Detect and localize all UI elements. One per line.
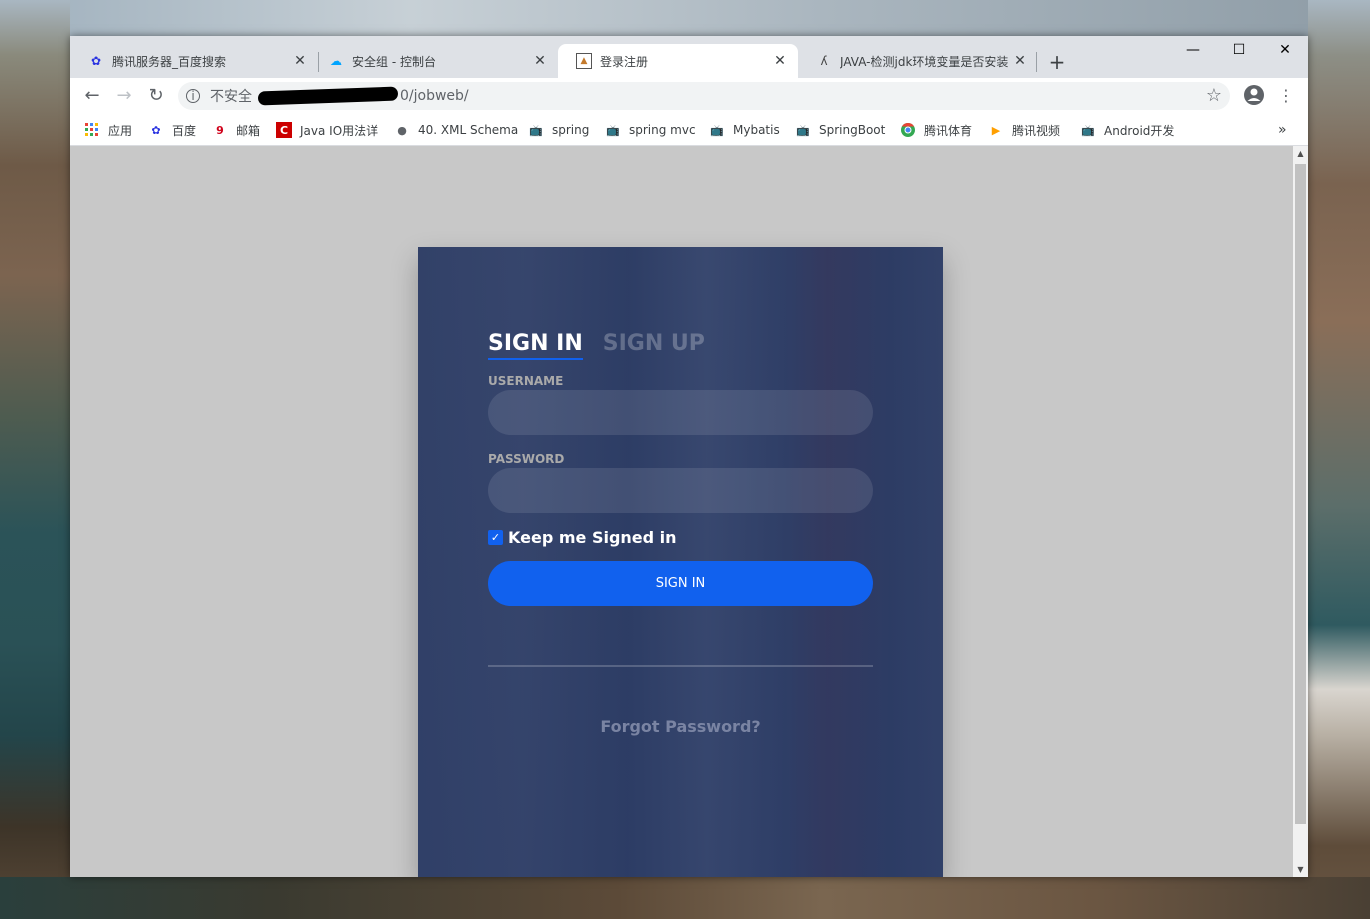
bookmark-label: 邮箱 (236, 123, 261, 138)
keep-signed-in-row[interactable]: ✓ Keep me Signed in (488, 528, 677, 547)
tab-label: 登录注册 (600, 54, 649, 69)
bookmark-label: Mybatis (733, 123, 780, 137)
bookmark-springboot[interactable]: 📺 SpringBoot (795, 120, 885, 140)
forward-arrow-icon[interactable]: → (112, 84, 136, 108)
address-bar[interactable]: i 不安全 0/jobweb/ ☆ (178, 82, 1230, 110)
bookmark-android[interactable]: 📺 Android开发 (1080, 120, 1174, 140)
tab-label: 安全组 - 控制台 (352, 54, 436, 69)
desktop-wallpaper-right (1308, 0, 1370, 919)
bookmark-label: spring mvc (629, 123, 696, 137)
close-icon[interactable]: ✕ (532, 53, 548, 69)
menu-kebab-icon[interactable]: ⋮ (1274, 84, 1298, 108)
password-label: PASSWORD (488, 452, 565, 466)
sign-in-button[interactable]: SIGN IN (488, 561, 873, 606)
tab-separator (1036, 52, 1037, 72)
tab-login-register[interactable]: ▲ 登录注册 ✕ (558, 44, 798, 78)
bookmark-mail[interactable]: 9 邮箱 (212, 120, 260, 140)
bilibili-icon: 📺 (1081, 123, 1095, 137)
baidu-paw-icon: ✿ (151, 123, 161, 137)
insecure-label: 不安全 (210, 89, 252, 105)
close-icon[interactable]: ✕ (292, 53, 308, 69)
maximize-button[interactable]: ☐ (1216, 40, 1262, 68)
baidu-paw-icon: ✿ (90, 54, 102, 68)
redacted-host (257, 86, 399, 106)
bookmark-spring-mvc[interactable]: 📺 spring mvc (605, 120, 696, 140)
divider (488, 665, 873, 667)
forgot-password-link[interactable]: Forgot Password? (418, 717, 943, 736)
tab-label: JAVA-检测jdk环境变量是否安装 (840, 54, 1009, 69)
bookmark-label: Java IO用法详 (300, 123, 379, 138)
bookmark-mybatis[interactable]: 📺 Mybatis (709, 120, 780, 140)
close-window-button[interactable]: ✕ (1262, 40, 1308, 68)
bookmark-label: 腾讯视频 (1012, 123, 1061, 138)
image-icon: ▲ (576, 53, 592, 69)
bookmark-xml-schema[interactable]: ● 40. XML Schema (394, 120, 518, 140)
browser-toolbar: ← → ↻ i 不安全 0/jobweb/ ☆ ⋮ (70, 78, 1308, 114)
bookmark-label: 百度 (172, 123, 197, 138)
bookmark-baidu[interactable]: ✿ 百度 (148, 120, 196, 140)
login-card: SIGN IN SIGN UP USERNAME PASSWORD ✓ Keep… (418, 247, 943, 877)
username-input[interactable] (488, 390, 873, 435)
browser-window: ✿ 腾讯服务器_百度搜索 ✕ ☁ 安全组 - 控制台 ✕ ▲ 登录注册 ✕ ʎ … (70, 36, 1308, 877)
tab-sign-in[interactable]: SIGN IN (488, 331, 583, 360)
keep-signed-in-label: Keep me Signed in (508, 528, 677, 547)
close-icon[interactable]: ✕ (1012, 53, 1028, 69)
cloud-icon: ☁ (330, 54, 342, 68)
bookmark-java-io[interactable]: C Java IO用法详 (276, 120, 378, 140)
desktop-wallpaper-top (0, 0, 1370, 36)
scroll-thumb[interactable] (1295, 164, 1306, 824)
bookmarks-overflow-button[interactable]: » (1278, 120, 1287, 140)
desktop-wallpaper-left (0, 0, 70, 919)
scroll-down-arrow-icon[interactable]: ▼ (1293, 862, 1308, 877)
tab-label: 腾讯服务器_百度搜索 (112, 54, 227, 69)
chrome-icon (900, 122, 916, 138)
apps-grid-icon (84, 122, 100, 138)
bilibili-icon: 📺 (606, 123, 620, 137)
password-input[interactable] (488, 468, 873, 513)
globe-icon: ● (397, 123, 407, 137)
bookmark-label: Android开发 (1104, 123, 1175, 138)
close-icon[interactable]: ✕ (772, 53, 788, 69)
feather-icon: ʎ (820, 54, 828, 68)
bookmark-spring[interactable]: 📺 spring (528, 120, 589, 140)
page-content: SIGN IN SIGN UP USERNAME PASSWORD ✓ Keep… (70, 146, 1308, 877)
back-arrow-icon[interactable]: ← (80, 84, 104, 108)
play-icon: ▶ (991, 123, 1001, 137)
bilibili-icon: 📺 (796, 123, 810, 137)
tab-sign-up[interactable]: SIGN UP (603, 331, 705, 360)
vertical-scrollbar[interactable]: ▲ ▼ (1293, 146, 1308, 877)
reload-icon[interactable]: ↻ (144, 84, 168, 108)
bookmark-label: spring (552, 123, 590, 137)
bookmark-label: SpringBoot (819, 123, 886, 137)
username-label: USERNAME (488, 374, 564, 388)
tab-java-jdk[interactable]: ʎ JAVA-检测jdk环境变量是否安装 ✕ (798, 44, 1038, 78)
bookmark-tencent-sports[interactable]: 腾讯体育 (900, 120, 972, 140)
url-path: 0/jobweb/ (400, 88, 469, 104)
new-tab-button[interactable]: + (1045, 50, 1069, 74)
desktop-wallpaper-bottom (0, 877, 1370, 919)
profile-icon[interactable] (1242, 84, 1266, 108)
mail-icon: 9 (216, 123, 224, 137)
c-logo-icon: C (276, 122, 292, 138)
tab-baidu-search[interactable]: ✿ 腾讯服务器_百度搜索 ✕ (70, 44, 318, 78)
bilibili-icon: 📺 (710, 123, 724, 137)
minimize-button[interactable]: — (1170, 40, 1216, 68)
auth-tabs: SIGN IN SIGN UP (488, 331, 725, 360)
bookmark-tencent-video[interactable]: ▶ 腾讯视频 (988, 120, 1060, 140)
info-icon[interactable]: i (186, 89, 200, 103)
scroll-up-arrow-icon[interactable]: ▲ (1293, 146, 1308, 161)
bookmarks-bar: 应用 ✿ 百度 9 邮箱 C Java IO用法详 ● 40. XML Sche… (70, 114, 1308, 146)
keep-signed-in-checkbox[interactable]: ✓ (488, 530, 503, 545)
bookmark-label: 应用 (108, 123, 133, 138)
tab-strip: ✿ 腾讯服务器_百度搜索 ✕ ☁ 安全组 - 控制台 ✕ ▲ 登录注册 ✕ ʎ … (70, 36, 1308, 78)
star-icon[interactable]: ☆ (1206, 85, 1222, 106)
bookmark-label: 腾讯体育 (924, 123, 973, 138)
bookmark-label: 40. XML Schema (418, 123, 519, 137)
bilibili-icon: 📺 (529, 123, 543, 137)
bookmark-apps[interactable]: 应用 (84, 120, 132, 140)
tab-security-group[interactable]: ☁ 安全组 - 控制台 ✕ (310, 44, 558, 78)
